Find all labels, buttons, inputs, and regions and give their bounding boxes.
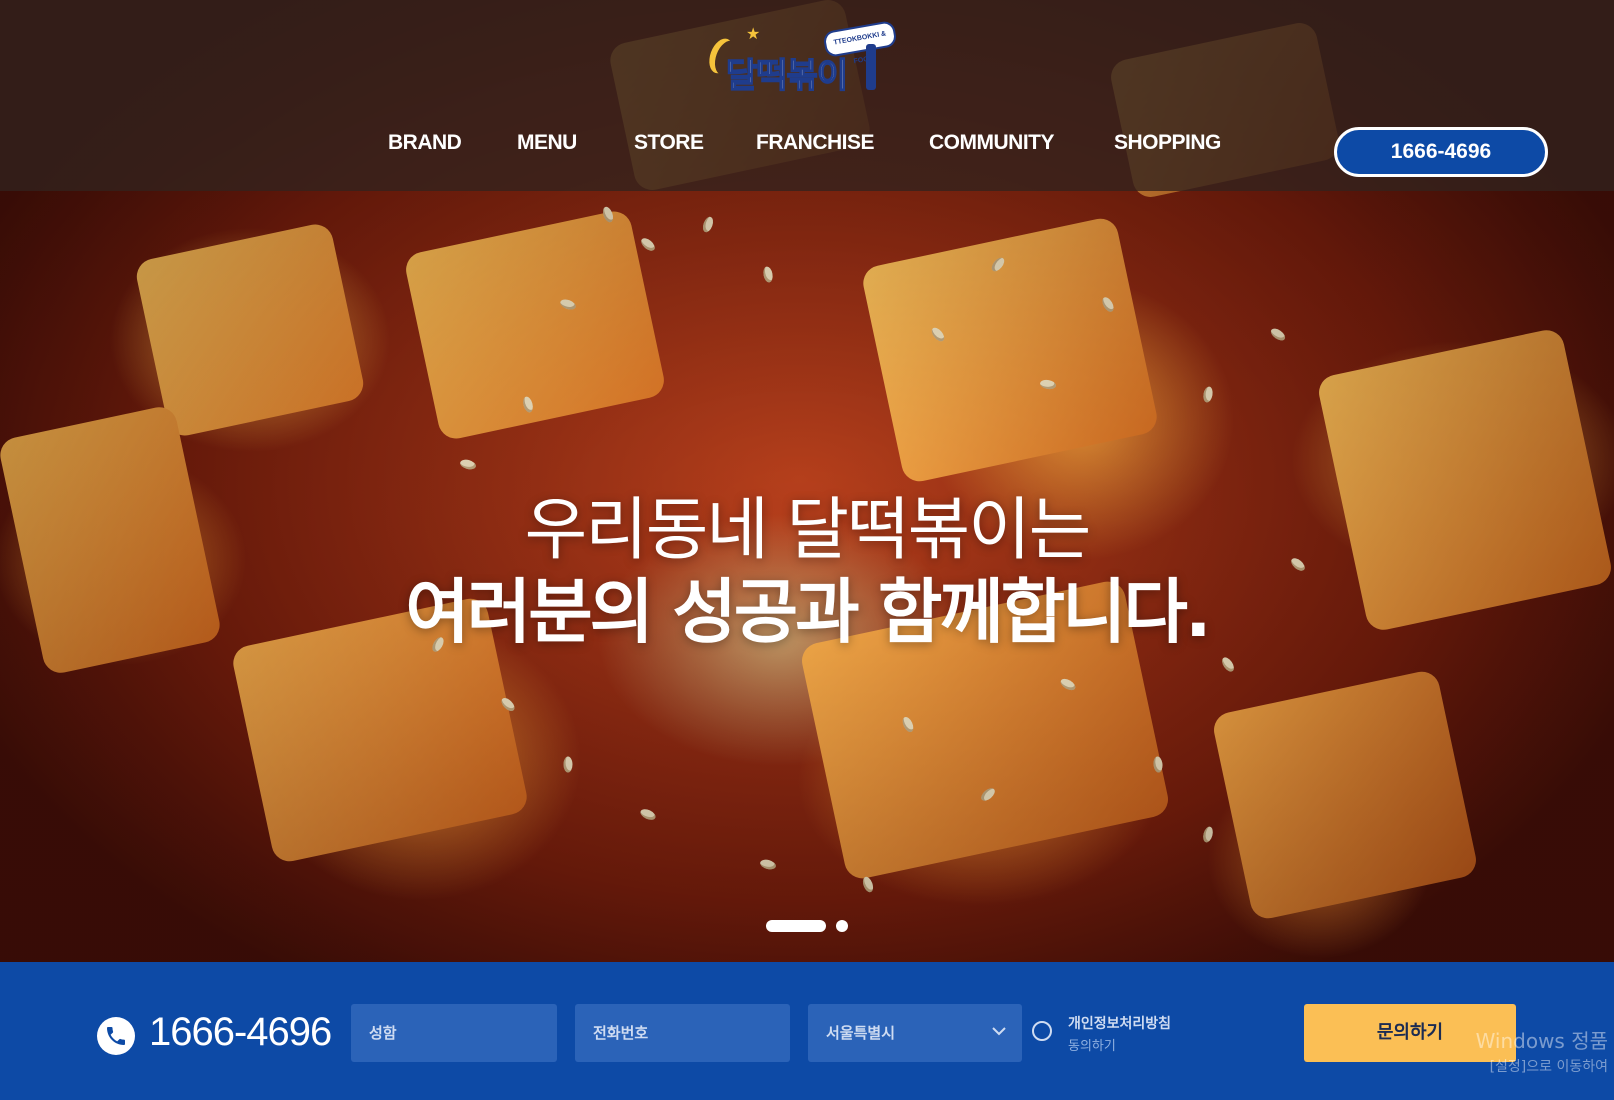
hero-headline-line2: 여러분의 성공과 함께합니다. [405, 571, 1211, 653]
logo-banner: TTEOKBOKKI & FOOD [822, 19, 898, 65]
region-select-value: 서울특별시 [826, 1024, 896, 1042]
slider-dot[interactable] [836, 920, 848, 932]
slider-dot-active[interactable] [766, 920, 826, 932]
brand-logo[interactable]: ★ 달떡볶이 TTEOKBOKKI & FOOD [716, 19, 902, 102]
site-header: ★ 달떡볶이 TTEOKBOKKI & FOOD BRAND MENU STOR… [0, 0, 1614, 191]
inquiry-phone-number: 1666-4696 [149, 1010, 332, 1054]
nav-brand[interactable]: BRAND [388, 131, 462, 155]
star-icon: ★ [746, 26, 761, 43]
privacy-agree-label: 동의하기 [1068, 1039, 1116, 1054]
phone-input[interactable] [575, 1004, 790, 1062]
nav-community[interactable]: COMMUNITY [929, 131, 1055, 155]
region-select[interactable]: 서울특별시 [808, 1004, 1022, 1062]
chevron-down-icon [992, 1027, 1006, 1036]
nav-menu[interactable]: MENU [517, 131, 577, 155]
nav-shopping[interactable]: SHOPPING [1114, 131, 1221, 155]
submit-inquiry-button[interactable]: 문의하기 [1304, 1004, 1516, 1062]
logo-flag-pole [866, 44, 876, 90]
name-input[interactable] [351, 1004, 557, 1062]
logo-wordmark: 달떡볶이 [725, 55, 849, 97]
nav-franchise[interactable]: FRANCHISE [756, 131, 875, 155]
header-phone-button[interactable]: 1666-4696 [1334, 127, 1548, 177]
inquiry-bar: 1666-4696 서울특별시 개인정보처리방침 동의하기 문의하기 [0, 962, 1614, 1100]
phone-icon [97, 1017, 135, 1055]
nav-store[interactable]: STORE [634, 131, 704, 155]
privacy-policy-link[interactable]: 개인정보처리방침 [1068, 1013, 1171, 1033]
privacy-agree-radio[interactable] [1032, 1021, 1052, 1041]
